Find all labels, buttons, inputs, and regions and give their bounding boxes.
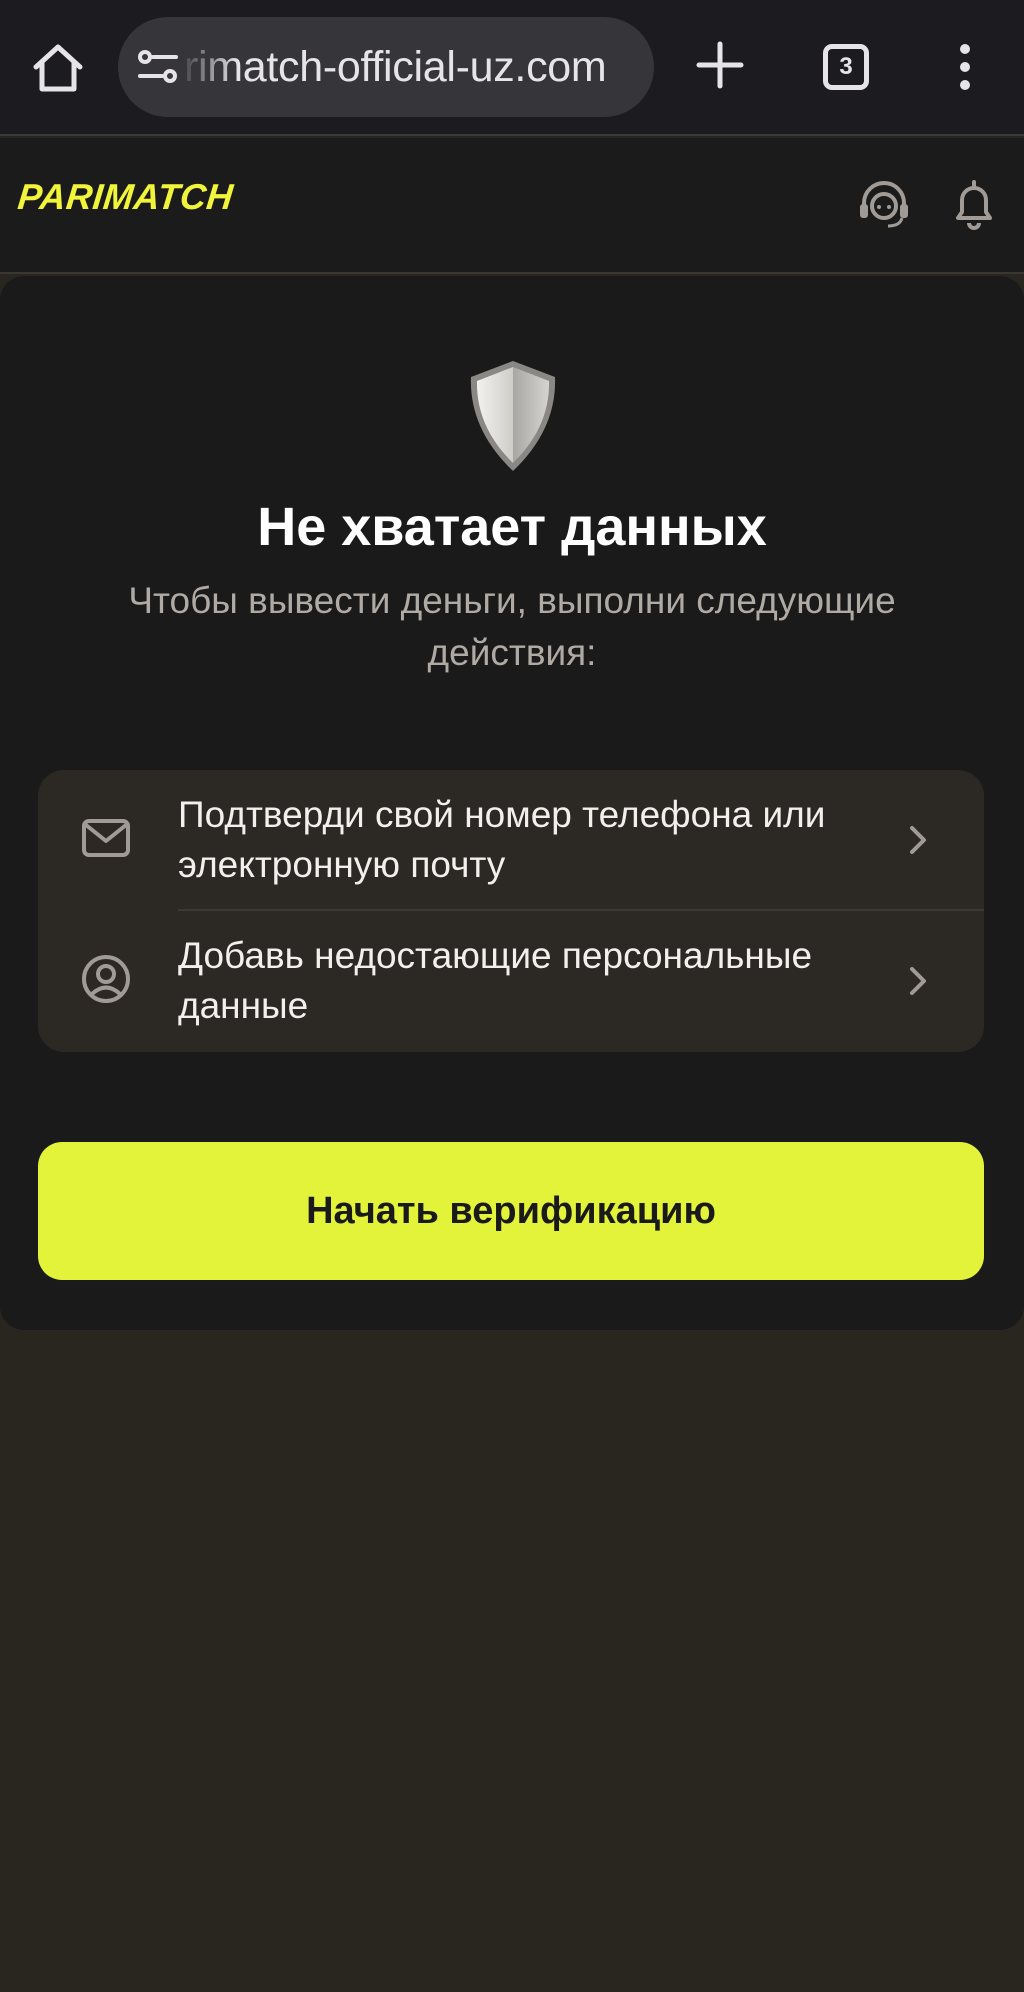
url-text: rimatch-official-uz.com <box>184 43 607 91</box>
chevron-right-icon <box>910 826 926 854</box>
more-menu-icon[interactable] <box>955 42 975 92</box>
home-icon[interactable] <box>30 40 86 96</box>
step-verify-contact[interactable]: Подтверди свой номер телефона или электр… <box>38 770 984 911</box>
new-tab-icon[interactable] <box>693 38 747 92</box>
steps-list: Подтверди свой номер телефона или электр… <box>38 770 984 1052</box>
tab-switcher-button[interactable]: 3 <box>823 44 869 90</box>
step-label: Добавь недостающие персональные данные <box>178 935 813 1026</box>
site-settings-icon[interactable] <box>136 47 180 87</box>
mail-icon <box>82 819 130 857</box>
step-label: Подтверди свой номер телефона или электр… <box>178 794 826 885</box>
support-headset-icon[interactable] <box>856 176 912 232</box>
page-subtitle: Чтобы вывести деньги, выполни следующие … <box>128 580 896 673</box>
start-verification-button[interactable]: Начать верификацию <box>38 1142 984 1280</box>
shield-icon <box>470 361 556 471</box>
step-personal-data[interactable]: Добавь недостающие персональные данные <box>38 911 984 1051</box>
url-fade <box>178 17 238 117</box>
page-title: Не хватает данных <box>257 497 767 557</box>
parimatch-logo[interactable]: PARIMATCH <box>16 176 235 218</box>
address-bar[interactable]: rimatch-official-uz.com <box>118 17 654 117</box>
user-circle-icon <box>82 955 130 1003</box>
chevron-right-icon <box>910 967 926 995</box>
notifications-bell-icon[interactable] <box>946 176 1002 232</box>
browser-toolbar: rimatch-official-uz.com 3 <box>0 0 1024 136</box>
